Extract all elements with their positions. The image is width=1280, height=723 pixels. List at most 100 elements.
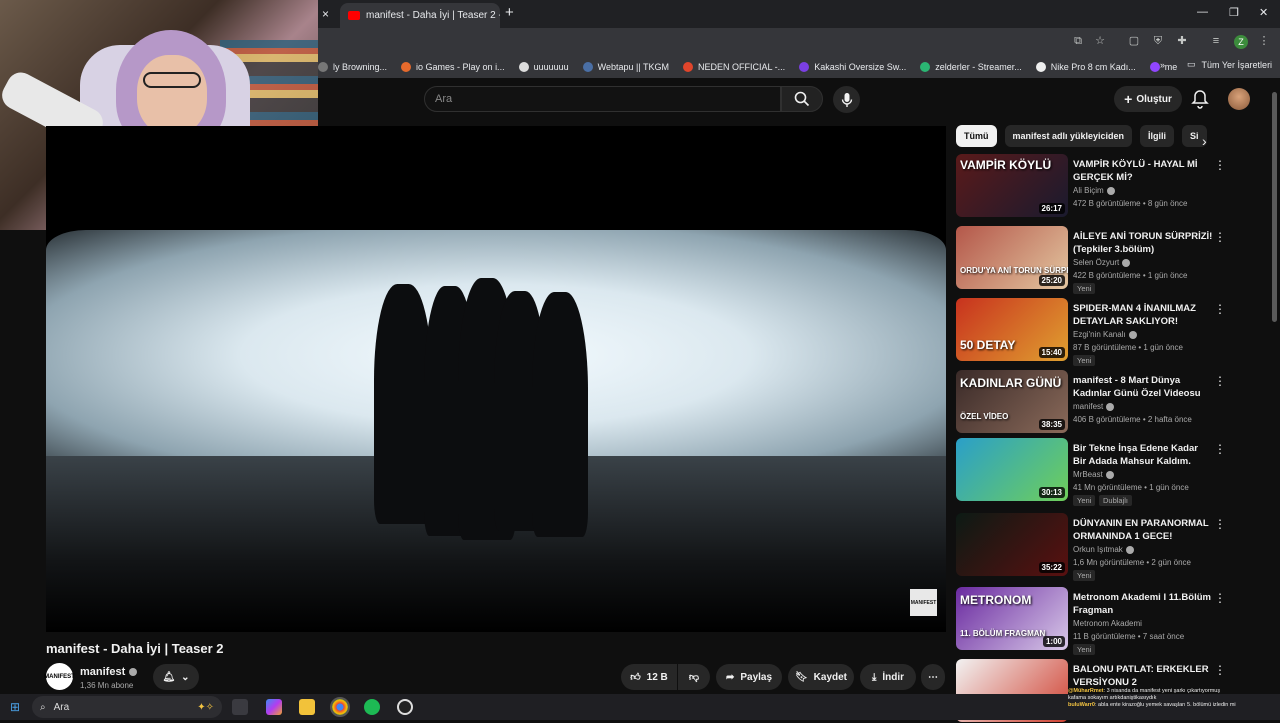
save-button[interactable]: 🔖︎ Kaydet	[788, 664, 854, 690]
search-button[interactable]	[781, 86, 823, 112]
scrollbar[interactable]	[1272, 92, 1277, 322]
recommendation-title[interactable]: Bir Tekne İnşa Edene Kadar Bir Adada Mah…	[1073, 442, 1213, 468]
new-badge: Yeni	[1073, 644, 1096, 655]
spotify-icon[interactable]	[364, 699, 380, 715]
more-vertical-icon[interactable]: ⋮	[1214, 517, 1226, 531]
bookmark-item[interactable]: ly Browning...	[318, 62, 387, 72]
recommendation-title[interactable]: SPIDER-MAN 4 İNANILMAZ DETAYLAR SAKLIYOR…	[1073, 302, 1213, 328]
microphone-icon	[841, 92, 852, 107]
shield-icon[interactable]: ⛨	[1152, 35, 1164, 47]
recommendation-title[interactable]: AİLEYE ANİ TORUN SÜRPRİZİ! (Tepkiler 3.b…	[1073, 230, 1213, 256]
recommendation-title[interactable]: manifest - 8 Mart Dünya Kadınlar Günü Öz…	[1073, 374, 1213, 400]
channel-name-row[interactable]: manifest	[80, 666, 138, 678]
download-button[interactable]: ⤓ İndir	[860, 664, 916, 690]
channel-name[interactable]: manifest	[80, 666, 125, 678]
bookmark-item[interactable]: Nike Pro 8 cm Kadı...	[1035, 62, 1136, 72]
more-vertical-icon[interactable]: ⋮	[1214, 158, 1226, 172]
recommendation-channel[interactable]: Metronom Akademi	[1073, 619, 1142, 628]
video-thumbnail[interactable]: VAMPİR KÖYLÜ 26:17	[956, 154, 1068, 217]
recommendation-channel[interactable]: manifest	[1073, 402, 1115, 411]
filter-chip[interactable]: manifest adlı yükleyiciden	[1004, 125, 1133, 147]
new-tab-button[interactable]: +	[505, 4, 514, 21]
all-bookmarks-link[interactable]: Tüm Yer İşaretleri	[1202, 60, 1273, 70]
task-view-icon[interactable]	[232, 699, 248, 715]
bookmark-item[interactable]: NEDEN OFFICIAL -...	[683, 62, 785, 72]
bookmark-item[interactable]: io Games - Play on i...	[401, 62, 505, 72]
recommendation-channel[interactable]: Ezgi'nin Kanalı	[1073, 330, 1137, 339]
duration-badge: 25:20	[1038, 275, 1065, 286]
more-vertical-icon[interactable]: ⋮	[1214, 663, 1226, 677]
video-player[interactable]	[46, 126, 946, 632]
video-thumbnail[interactable]: ORDU'YA ANİ TORUN SÜRPRİZİ25:20	[956, 226, 1068, 289]
video-thumbnail[interactable]: 35:22	[956, 513, 1068, 576]
filter-chip[interactable]: İlgili	[1140, 125, 1175, 147]
recommendation-channel[interactable]: Orkun Işıtmak	[1073, 545, 1134, 554]
recommendation-channel[interactable]: MrBeast	[1073, 470, 1114, 479]
extension-disabled-icon[interactable]: ▢	[1128, 35, 1140, 47]
recommendation-title[interactable]: Metronom Akademi I 11.Bölüm Fragman	[1073, 591, 1213, 617]
new-badge: Yeni	[1073, 355, 1096, 366]
copilot-icon[interactable]	[266, 699, 282, 715]
chrome-icon[interactable]	[330, 697, 350, 717]
search-input[interactable]: Ara	[424, 86, 781, 112]
bookmark-item[interactable]: zelderler - Streamer...	[920, 62, 1022, 72]
cast-icon[interactable]: ⧉	[1072, 35, 1084, 47]
bookmark-item[interactable]: Webtapu || TKGM	[582, 62, 669, 72]
more-vertical-icon[interactable]: ⋮	[1214, 374, 1226, 388]
more-vertical-icon[interactable]: ⋮	[1214, 302, 1226, 316]
recommendation-item[interactable]: VAMPİR KÖYLÜ 26:17 VAMPİR KÖYLÜ - HAYAL Mİ…	[956, 154, 1256, 218]
voice-search-button[interactable]	[833, 86, 860, 113]
more-vertical-icon[interactable]: ⋮	[1214, 591, 1226, 605]
taskbar-search[interactable]: ⌕ Ara ✦✧	[32, 696, 222, 718]
filter-chip[interactable]: Tümü	[956, 125, 997, 147]
recommendation-item[interactable]: METRONOM 11. BÖLÜM FRAGMAN 1:00 Metronom Ak…	[956, 587, 1256, 655]
channel-watermark[interactable]: MANIFEST	[910, 589, 937, 616]
restore-icon[interactable]: ❐	[1229, 6, 1239, 19]
dislike-button[interactable]: 👎︎	[678, 664, 710, 690]
video-thumbnail[interactable]: 30:13	[956, 438, 1068, 501]
reading-list-icon[interactable]: ≡	[1210, 35, 1222, 47]
more-vertical-icon[interactable]: ⋮	[1214, 230, 1226, 244]
create-button[interactable]: + Oluştur	[1114, 86, 1182, 112]
recommendation-channel[interactable]: Ali Biçim	[1073, 186, 1115, 195]
recommendation-item[interactable]: 35:22 DÜNYANIN EN PARANORMAL ORMANINDA 1 …	[956, 513, 1256, 581]
recommendation-title[interactable]: DÜNYANIN EN PARANORMAL ORMANINDA 1 GECE!	[1073, 517, 1213, 543]
plus-icon: +	[1124, 91, 1133, 107]
video-title: manifest - Daha İyi | Teaser 2	[46, 641, 224, 656]
more-actions-button[interactable]: ⋯	[921, 664, 945, 690]
chevron-right-icon[interactable]: ›	[1202, 133, 1207, 149]
bookmark-favicon-icon	[920, 62, 931, 72]
recommendation-item[interactable]: 50 DETAY 15:40 SPIDER-MAN 4 İNANILMAZ DETA…	[956, 298, 1256, 366]
active-tab[interactable]: manifest - Daha İyi | Teaser 2 -	[340, 3, 500, 28]
recommendation-item[interactable]: ORDU'YA ANİ TORUN SÜRPRİZİ25:20AİLEYE AN…	[956, 226, 1256, 294]
more-vertical-icon[interactable]: ⋮	[1214, 442, 1226, 456]
recommendation-title[interactable]: VAMPİR KÖYLÜ - HAYAL Mİ GERÇEK Mİ?	[1073, 158, 1213, 184]
bookmark-star-icon[interactable]: ☆	[1094, 35, 1106, 47]
minimize-icon[interactable]: —	[1197, 6, 1208, 18]
video-thumbnail[interactable]: 50 DETAY 15:40	[956, 298, 1068, 361]
like-button[interactable]: 👍︎ 12 B	[621, 664, 677, 690]
channel-avatar[interactable]: MANIFEST	[44, 663, 75, 690]
close-tab-icon[interactable]: ×	[322, 7, 329, 21]
file-explorer-icon[interactable]	[299, 699, 315, 715]
close-window-icon[interactable]: ✕	[1259, 6, 1268, 19]
windows-start-icon[interactable]: ⊞	[10, 700, 20, 714]
recommendation-item[interactable]: KADINLAR GÜNÜ ÖZEL VİDEO 38:35 manifest - 8…	[956, 370, 1256, 434]
subscription-bell-button[interactable]: 🔔︎ ⌄	[153, 664, 199, 690]
recommendation-title[interactable]: BALONU PATLAT: ERKEKLER VERSİYONU 2	[1073, 663, 1213, 689]
account-avatar[interactable]	[1228, 88, 1250, 110]
extensions-icon[interactable]: ✚	[1176, 35, 1188, 47]
recommendation-channel[interactable]: Selen Özyurt	[1073, 258, 1131, 267]
video-thumbnail[interactable]: KADINLAR GÜNÜ ÖZEL VİDEO 38:35	[956, 370, 1068, 433]
profile-avatar[interactable]: Z	[1234, 35, 1248, 49]
bookmark-item[interactable]: Kakashi Oversize Sw...	[799, 62, 906, 72]
menu-kebab-icon[interactable]: ⋮	[1258, 35, 1270, 47]
bookmark-item[interactable]: uuuuuuu	[518, 62, 569, 72]
share-button[interactable]: ➦ Paylaş	[716, 664, 782, 690]
recommendation-item[interactable]: 30:13 Bir Tekne İnşa Edene Kadar Bir Adad…	[956, 438, 1256, 506]
video-thumbnail[interactable]: METRONOM 11. BÖLÜM FRAGMAN 1:00	[956, 587, 1068, 650]
obs-icon[interactable]	[397, 699, 413, 715]
bookmarks-bar: ly Browning... io Games - Play on i... uuu…	[318, 56, 1280, 78]
bookmarks-overflow-icon[interactable]: »	[1160, 60, 1165, 70]
notifications-button[interactable]	[1191, 89, 1209, 114]
